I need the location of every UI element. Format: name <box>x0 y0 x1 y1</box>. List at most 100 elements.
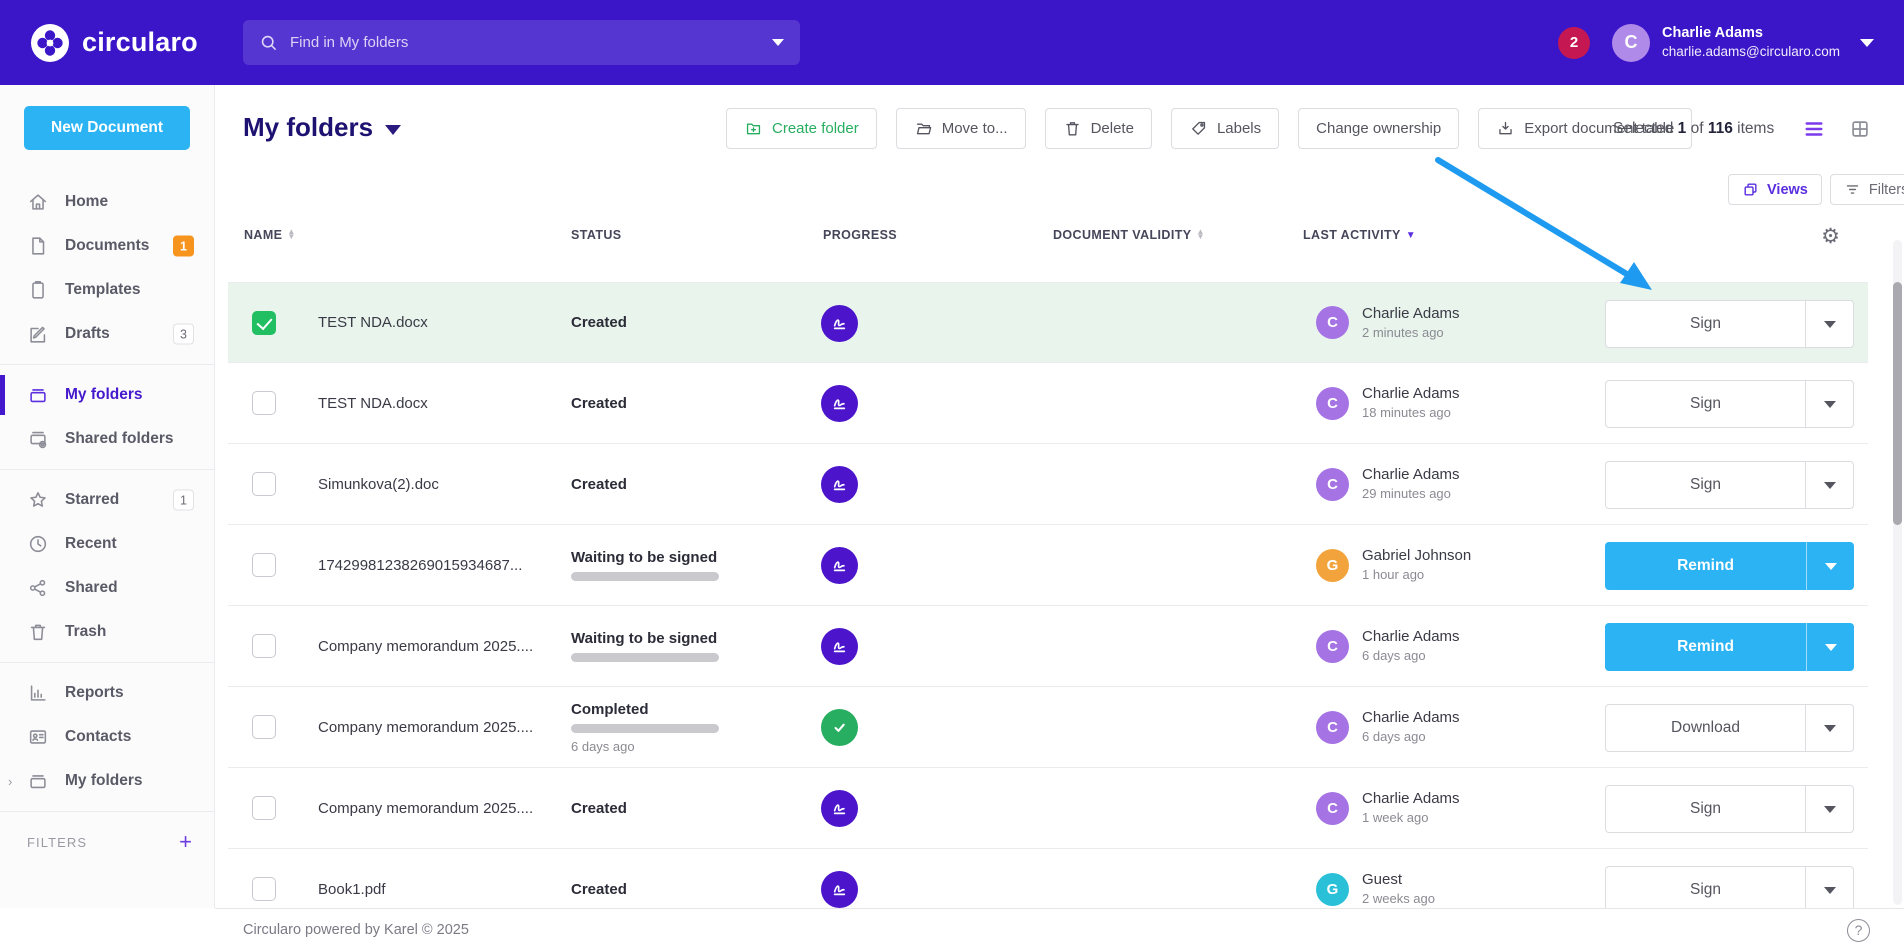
signature-progress-icon <box>821 628 858 665</box>
home-icon <box>27 191 49 213</box>
row-checkbox[interactable] <box>252 877 276 901</box>
sidebar-item-drafts[interactable]: Drafts3 <box>0 312 214 356</box>
table-row[interactable]: Company memorandum 2025.... Created C Ch… <box>228 768 1868 849</box>
sidebar-item-documents[interactable]: Documents1 <box>0 224 214 268</box>
actor-avatar: G <box>1316 549 1349 582</box>
table-row[interactable]: Company memorandum 2025.... Waiting to b… <box>228 606 1868 687</box>
document-name[interactable]: Company memorandum 2025.... <box>318 768 533 848</box>
download-button[interactable]: Download <box>1606 705 1805 751</box>
action-dropdown-toggle[interactable] <box>1805 867 1853 913</box>
column-header-document-validity[interactable]: DOCUMENT VALIDITY▲▼ <box>1053 228 1205 242</box>
sidebar-item-templates[interactable]: Templates <box>0 268 214 312</box>
row-checkbox[interactable] <box>252 472 276 496</box>
dropdown-caret-icon <box>1824 887 1836 894</box>
status-text: Created <box>571 881 627 898</box>
sidebar-item-starred[interactable]: Starred1 <box>0 478 214 522</box>
actor-avatar: G <box>1316 873 1349 906</box>
sign-button[interactable]: Sign <box>1606 301 1805 347</box>
signature-progress-icon <box>821 305 858 342</box>
row-checkbox[interactable] <box>252 553 276 577</box>
edit-icon <box>27 323 49 345</box>
sidebar-item-shared-folders[interactable]: Shared folders <box>0 417 214 461</box>
document-name[interactable]: Simunkova(2).doc <box>318 444 439 524</box>
actor-avatar: C <box>1316 387 1349 420</box>
sign-button[interactable]: Sign <box>1606 381 1805 427</box>
new-document-button[interactable]: New Document <box>24 106 190 150</box>
actor-name: Charlie Adams <box>1362 790 1460 807</box>
actor-name: Charlie Adams <box>1362 628 1460 645</box>
action-dropdown-toggle[interactable] <box>1805 381 1853 427</box>
document-name[interactable]: Company memorandum 2025.... <box>318 606 533 686</box>
scrollbar-thumb[interactable] <box>1893 282 1902 525</box>
sidebar-item-reports[interactable]: Reports <box>0 671 214 715</box>
row-action-split-button: Sign <box>1605 461 1854 509</box>
sidebar-item-shared[interactable]: Shared <box>0 566 214 610</box>
filters-label: FILTERS <box>27 835 179 850</box>
document-name[interactable]: TEST NDA.docx <box>318 363 428 443</box>
document-name[interactable]: 17429981238269015934687... <box>318 525 522 605</box>
action-dropdown-toggle[interactable] <box>1805 301 1853 347</box>
row-action-split-button: Sign <box>1605 380 1854 428</box>
actor-time: 29 minutes ago <box>1362 486 1451 501</box>
status-cell: Waiting to be signed <box>571 525 719 605</box>
file-icon <box>27 235 49 257</box>
sidebar-item-contacts[interactable]: Contacts <box>0 715 214 759</box>
remind-button[interactable]: Remind <box>1605 542 1806 590</box>
status-text: Created <box>571 395 627 412</box>
status-cell: Created <box>571 768 627 848</box>
table-row[interactable]: Company memorandum 2025.... Completed6 d… <box>228 687 1868 768</box>
column-settings-gear-icon[interactable]: ⚙ <box>1821 224 1840 249</box>
sign-button[interactable]: Sign <box>1606 462 1805 508</box>
actor-time: 2 weeks ago <box>1362 891 1435 906</box>
table-row[interactable]: TEST NDA.docx Created C Charlie Adams18 … <box>228 363 1868 444</box>
brand-logo[interactable]: circularo <box>30 23 198 63</box>
circularo-logo-icon <box>30 23 70 63</box>
status-progress-bar <box>571 572 719 581</box>
sidebar-item-label: Home <box>65 193 108 211</box>
actor-name: Charlie Adams <box>1362 385 1460 402</box>
sign-button[interactable]: Sign <box>1606 867 1805 913</box>
status-text: Created <box>571 800 627 817</box>
dropdown-caret-icon <box>1824 806 1836 813</box>
row-checkbox[interactable] <box>252 311 276 335</box>
action-dropdown-toggle[interactable] <box>1805 705 1853 751</box>
table-row[interactable]: TEST NDA.docx Created C Charlie Adams2 m… <box>228 282 1868 363</box>
row-action-split-button: Sign <box>1605 866 1854 914</box>
sign-button[interactable]: Sign <box>1606 786 1805 832</box>
actor-name: Charlie Adams <box>1362 305 1460 322</box>
sidebar-item-my-folders[interactable]: My folders <box>0 373 214 417</box>
row-checkbox[interactable] <box>252 391 276 415</box>
sidebar-divider <box>0 364 214 365</box>
table-row[interactable]: 17429981238269015934687... Waiting to be… <box>228 525 1868 606</box>
table-row[interactable]: Simunkova(2).doc Created C Charlie Adams… <box>228 444 1868 525</box>
app-window: circularo Find in My folders 2 C Charlie… <box>0 0 1904 951</box>
column-header-last-activity[interactable]: LAST ACTIVITY▼ <box>1303 228 1416 242</box>
footer: Circularo powered by Karel © 2025 ? <box>215 908 1904 951</box>
action-dropdown-toggle[interactable] <box>1805 462 1853 508</box>
sidebar-item-home[interactable]: Home <box>0 180 214 224</box>
sidebar-item-my-folders[interactable]: ›My folders <box>0 759 214 803</box>
status-text: Completed <box>571 701 719 718</box>
row-checkbox[interactable] <box>252 715 276 739</box>
document-name[interactable]: Company memorandum 2025.... <box>318 687 533 767</box>
column-label: PROGRESS <box>823 228 897 242</box>
sidebar-item-recent[interactable]: Recent <box>0 522 214 566</box>
status-progress-bar <box>571 653 719 662</box>
action-dropdown-toggle[interactable] <box>1806 623 1854 671</box>
row-checkbox[interactable] <box>252 796 276 820</box>
sidebar-item-trash[interactable]: Trash <box>0 610 214 654</box>
column-header-name[interactable]: NAME▲▼ <box>244 228 296 242</box>
star-icon <box>27 489 49 511</box>
remind-button[interactable]: Remind <box>1605 623 1806 671</box>
actor-time: 6 days ago <box>1362 648 1426 663</box>
document-name[interactable]: TEST NDA.docx <box>318 283 428 362</box>
help-icon[interactable]: ? <box>1847 919 1870 942</box>
actor-name: Charlie Adams <box>1362 466 1460 483</box>
table-header: ⚙ NAME▲▼STATUSPROGRESSDOCUMENT VALIDITY▲… <box>228 228 1868 254</box>
column-label: LAST ACTIVITY <box>1303 228 1401 242</box>
action-dropdown-toggle[interactable] <box>1806 542 1854 590</box>
action-dropdown-toggle[interactable] <box>1805 786 1853 832</box>
status-cell: Created <box>571 283 627 362</box>
add-filter-button[interactable]: + <box>179 831 192 853</box>
row-checkbox[interactable] <box>252 634 276 658</box>
